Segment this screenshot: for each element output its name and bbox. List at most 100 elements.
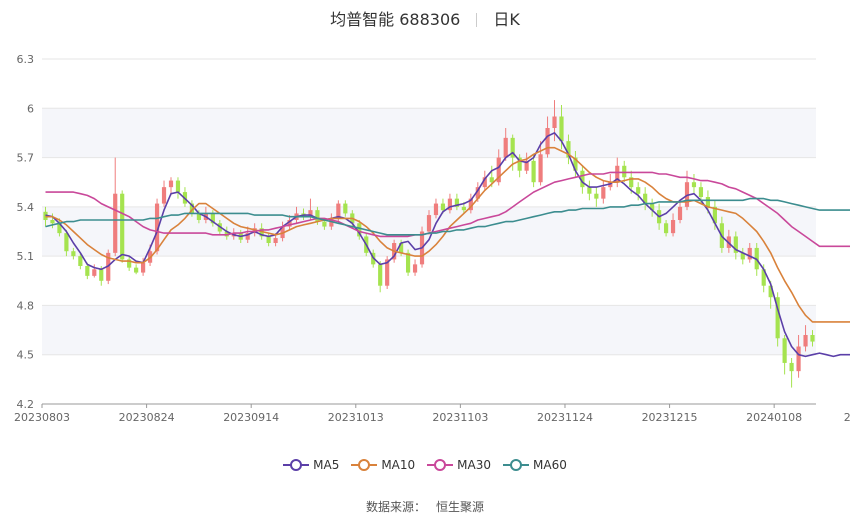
candle (587, 180, 592, 201)
y-axis-ticks: 6.3 6 5.7 5.4 5.1 4.8 4.5 4.2 (17, 53, 35, 411)
candle (161, 180, 167, 207)
legend-label: MA10 (381, 458, 416, 472)
candle-body (134, 267, 139, 273)
y-tick-label: 5.4 (17, 201, 35, 214)
x-tick-label: 20231124 (537, 411, 593, 424)
candle-body (601, 187, 606, 199)
candle-body (552, 116, 557, 128)
candle-body (461, 206, 466, 211)
candle (175, 177, 181, 199)
x-tick-label: 20240126 (844, 411, 850, 424)
candle-body (782, 338, 787, 363)
legend: MA5 MA10 MA30 MA60 (0, 458, 850, 472)
candle (782, 335, 787, 375)
candle-body (433, 203, 439, 216)
candle-body (50, 220, 55, 224)
x-axis: 20230803 20230824 20230914 20231013 20231103… (14, 403, 850, 424)
candle-body (559, 116, 564, 142)
candle-body (503, 137, 508, 158)
candle (412, 259, 418, 276)
source-name: 恒生聚源 (436, 500, 485, 514)
y-tick-label: 4.5 (17, 349, 35, 362)
legend-item-ma60[interactable]: MA60 (503, 458, 567, 472)
candle-body (594, 193, 599, 199)
legend-marker (351, 459, 378, 471)
data-source: 数据来源： 恒生聚源 (0, 498, 850, 515)
x-tick-label: 20231013 (328, 411, 384, 424)
x-tick-label: 20230803 (14, 411, 70, 424)
candle-body (168, 180, 174, 188)
candle-body (343, 203, 348, 214)
candle-body (71, 251, 76, 257)
candle (113, 157, 118, 257)
candle-body (175, 180, 181, 193)
candle-body (78, 256, 83, 266)
candle-body (538, 154, 543, 183)
candle-body (141, 262, 146, 273)
candle (594, 187, 599, 207)
candle-body (691, 182, 697, 188)
candle-body (810, 335, 815, 342)
candle-body (315, 210, 320, 222)
candle-body (698, 187, 704, 197)
grid-band (42, 108, 816, 158)
candle-body (99, 269, 104, 281)
candle (120, 190, 125, 263)
y-tick-label: 5.7 (17, 152, 35, 165)
candle-body (412, 264, 418, 273)
candle-body (120, 193, 125, 260)
candle (517, 154, 522, 178)
x-tick-label: 20240108 (746, 411, 802, 424)
candle-body (273, 238, 278, 243)
candle-body (531, 160, 536, 183)
source-label: 数据来源： (365, 500, 426, 514)
candle (378, 261, 383, 293)
x-tick-label: 20230914 (223, 411, 279, 424)
candle (789, 358, 794, 388)
candle-body (92, 269, 97, 276)
candle-body (677, 206, 683, 220)
candle-body (796, 346, 801, 372)
candle-body (266, 236, 271, 243)
legend-item-ma10[interactable]: MA10 (351, 458, 415, 472)
candle-body (747, 247, 752, 260)
candle (677, 200, 683, 224)
legend-label: MA5 (313, 458, 340, 472)
candle-body (85, 266, 90, 276)
candle-body (670, 220, 676, 234)
candle-body (663, 223, 669, 234)
legend-marker (503, 459, 530, 471)
candle-body (622, 165, 627, 178)
legend-item-ma5[interactable]: MA5 (283, 458, 339, 472)
candle-body (378, 264, 383, 286)
candle-body (545, 128, 550, 155)
candle-body (64, 233, 69, 252)
candle (601, 180, 606, 204)
x-tick-label: 20231215 (642, 411, 698, 424)
candle (622, 160, 627, 183)
candle (127, 256, 132, 271)
candle-body (161, 187, 167, 204)
candle-body (803, 335, 808, 347)
y-tick-label: 4.8 (17, 299, 35, 312)
y-tick-label: 4.2 (17, 398, 35, 411)
kline-chart: 6.365.75.45.14.84.54.2 20230803 20230824 2… (14, 53, 850, 424)
legend-item-ma30[interactable]: MA30 (427, 458, 491, 472)
candle-body (426, 215, 432, 232)
candle (134, 264, 139, 275)
grid-band (42, 305, 816, 355)
candle-body (587, 187, 592, 194)
candle-body (113, 193, 118, 253)
y-tick-label: 6.3 (17, 53, 35, 66)
y-tick-label: 6 (27, 102, 34, 115)
legend-label: MA60 (533, 458, 567, 472)
candle-body (636, 187, 641, 194)
legend-marker (283, 459, 310, 471)
x-tick-label: 20231103 (432, 411, 488, 424)
y-tick-label: 5.1 (17, 250, 35, 263)
candle-body (405, 252, 411, 273)
candle-body (789, 362, 794, 372)
candle (691, 174, 697, 194)
x-tick-label: 20230824 (119, 411, 175, 424)
candle-body (322, 221, 327, 227)
